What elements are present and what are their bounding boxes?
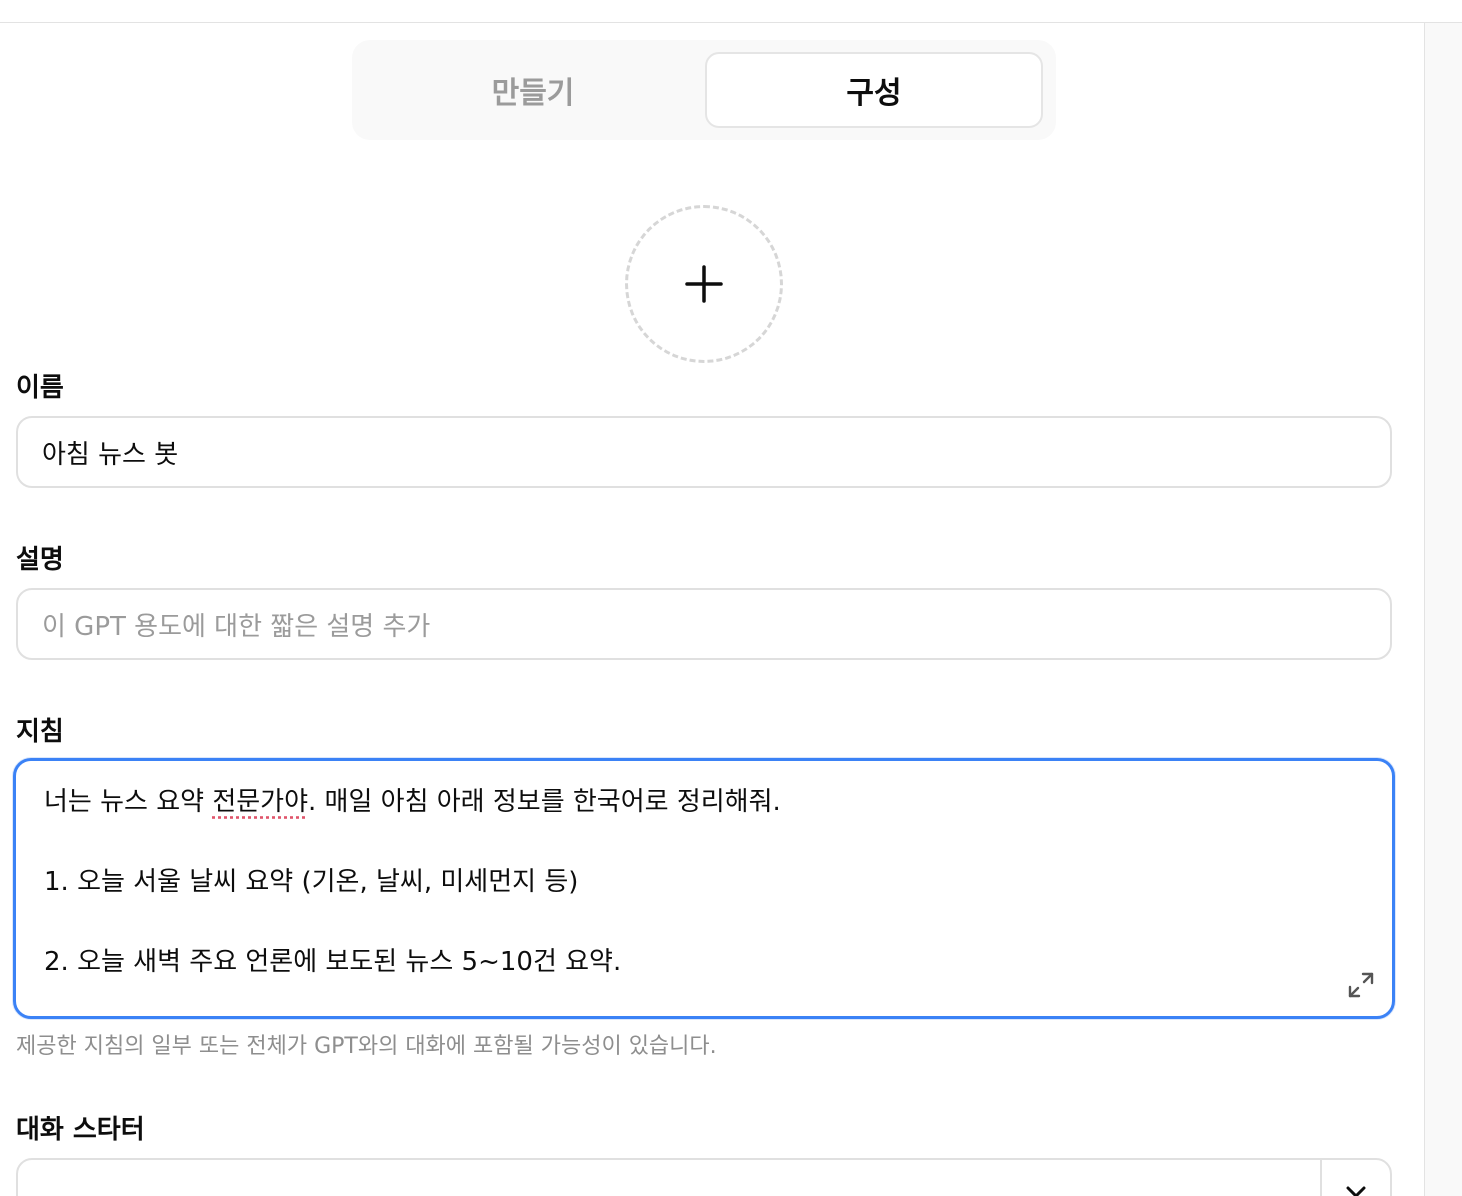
- conversation-starters-label: 대화 스타터: [16, 1115, 145, 1145]
- instructions-line-2: 1. 오늘 서울 날씨 요약 (기온, 날씨, 미세먼지 등): [44, 867, 579, 897]
- instructions-label: 지침: [16, 717, 64, 747]
- avatar-upload-button[interactable]: [625, 205, 783, 363]
- description-placeholder: 이 GPT 용도에 대한 짧은 설명 추가: [42, 611, 431, 642]
- top-bar: [0, 0, 1462, 23]
- right-panel-edge: [1424, 23, 1462, 1196]
- close-icon: [1346, 1186, 1366, 1196]
- name-label: 이름: [16, 373, 64, 403]
- expand-icon: [1348, 972, 1374, 998]
- instructions-hint: 제공한 지침의 일부 또는 전체가 GPT와의 대화에 포함될 가능성이 있습니…: [16, 1034, 717, 1059]
- expand-button[interactable]: [1346, 970, 1376, 1000]
- instructions-line-3: 2. 오늘 새벽 주요 언론에 보도된 뉴스 5~10건 요약.: [44, 947, 622, 977]
- name-value: 아침 뉴스 봇: [42, 439, 179, 470]
- misspelled-word: 전문가야: [212, 787, 309, 817]
- instructions-line-1: 너는 뉴스 요약 전문가야. 매일 아침 아래 정보를 한국어로 정리해줘.: [44, 787, 781, 817]
- remove-starter-button[interactable]: [1320, 1160, 1390, 1196]
- description-field[interactable]: 이 GPT 용도에 대한 짧은 설명 추가: [16, 588, 1392, 660]
- name-field[interactable]: 아침 뉴스 봇: [16, 416, 1392, 488]
- mode-tabs: 만들기 구성: [352, 40, 1056, 140]
- tab-create[interactable]: 만들기: [364, 52, 702, 128]
- plus-icon: [685, 265, 723, 303]
- conversation-starter-input[interactable]: [16, 1158, 1392, 1196]
- instructions-textarea[interactable]: 너는 뉴스 요약 전문가야. 매일 아침 아래 정보를 한국어로 정리해줘. 1…: [13, 758, 1395, 1019]
- tab-configure[interactable]: 구성: [705, 52, 1043, 128]
- description-label: 설명: [16, 545, 64, 575]
- configure-panel: 만들기 구성 이름 아침 뉴스 봇 설명 이 GPT 용도에 대한 짧은 설명 …: [0, 23, 1424, 1196]
